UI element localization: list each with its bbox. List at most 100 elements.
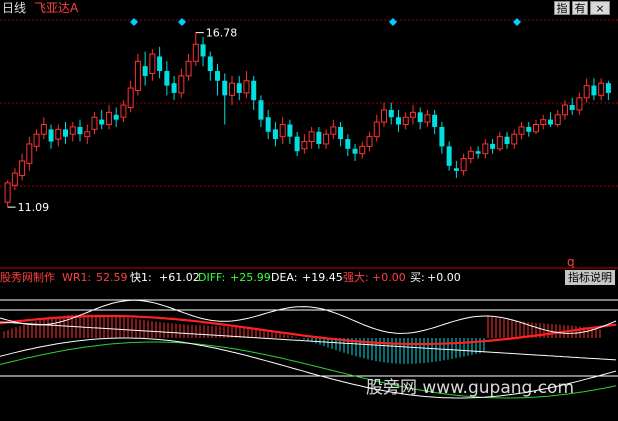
indicator-guide-button[interactable]: 指标说明 <box>565 270 615 285</box>
candle-body-down <box>446 146 452 166</box>
candle-body-up <box>243 80 250 94</box>
qiangda-label: 强大: <box>343 271 369 284</box>
candle-body-down <box>236 83 242 93</box>
signal-diamond <box>389 18 397 26</box>
candle-body-down <box>157 56 163 72</box>
candle-body-down <box>569 105 575 110</box>
candle-body-up <box>583 85 590 99</box>
signal-diamond <box>130 18 138 26</box>
watermark: 股旁网 www.gupang.com <box>366 378 575 398</box>
info-button[interactable]: 有 <box>572 1 588 15</box>
candle-body-up <box>482 143 489 155</box>
candle-body-up <box>105 111 112 126</box>
candle-body-down <box>63 129 69 137</box>
indicator-button[interactable]: 指 <box>554 1 570 15</box>
candle-body-up <box>518 126 525 135</box>
candle-body-down <box>395 117 401 125</box>
candle-body-up <box>40 124 47 135</box>
candle-body-down <box>200 44 206 57</box>
candle-body-up <box>4 182 11 203</box>
diff-label: DIFF: <box>198 271 226 284</box>
candle-body-up <box>308 131 315 143</box>
candle-body-up <box>467 150 474 160</box>
dea-label: DEA: <box>271 271 298 284</box>
signal-diamond <box>513 18 521 26</box>
mai-value: +0.00 <box>427 271 461 284</box>
candle-body-up <box>359 145 366 155</box>
candle-body-up <box>120 104 127 118</box>
candle-body-down <box>439 126 445 147</box>
candle-body-up <box>279 124 286 138</box>
candle-body-down <box>352 148 358 154</box>
candle-body-up <box>127 87 134 108</box>
indicator-title: 股秀网制作 <box>0 271 55 284</box>
candle-body-down <box>417 112 423 123</box>
candle-body-down <box>504 136 510 144</box>
candle-body-down <box>294 136 300 152</box>
candle-body-up <box>409 111 416 118</box>
candle-body-down <box>265 117 271 132</box>
chart-canvas: 16.78 11.09 q <box>0 18 618 399</box>
qiangda-value: +0.00 <box>372 271 406 284</box>
candle-body-down <box>171 83 177 93</box>
candle-body-up <box>330 126 337 135</box>
dea-value: +19.45 <box>302 271 343 284</box>
wr1-value: 52.59 <box>96 271 128 284</box>
candle-body-down <box>207 56 213 72</box>
candle-body-up <box>149 53 156 74</box>
candle-body-down <box>591 85 597 96</box>
stock-name: 飞亚达A <box>34 1 79 15</box>
candle-body-up <box>192 43 199 62</box>
close-button[interactable]: × <box>590 1 610 15</box>
q-marker: q <box>567 255 575 269</box>
candle-body-up <box>424 114 431 123</box>
candle-body-up <box>561 104 568 116</box>
candle-body-down <box>490 143 496 149</box>
candle-body-down <box>388 109 394 118</box>
candle-body-down <box>251 80 257 101</box>
candle-body-down <box>99 119 105 125</box>
wr1-label: WR1: <box>62 271 92 284</box>
candle-body-up <box>540 119 547 126</box>
candle-body-up <box>91 116 98 130</box>
period-label[interactable]: 日线 <box>2 0 26 16</box>
candle-body-up <box>554 114 561 126</box>
candle-body-down <box>432 114 438 127</box>
candle-body-up <box>229 82 235 96</box>
candle-body-up <box>381 109 387 123</box>
candle-body-up <box>301 141 308 150</box>
candle-body-up <box>134 60 141 91</box>
candle-body-up <box>26 143 33 164</box>
candle-body-up <box>69 126 76 135</box>
candle-body-up <box>323 133 330 145</box>
candle-body-down <box>222 80 228 96</box>
candle-body-down <box>48 129 54 142</box>
candle-body-up <box>496 136 503 150</box>
kuai1-label: 快1: <box>130 271 152 284</box>
candle-body-up <box>598 82 605 96</box>
candle-body-down <box>345 139 351 149</box>
candle-body-up <box>11 172 18 186</box>
diff-value: +25.99 <box>230 271 271 284</box>
candle-body-up <box>402 116 409 126</box>
candle-body-up <box>373 121 380 138</box>
signal-diamond <box>178 18 186 26</box>
candle-body-down <box>258 100 264 120</box>
candle-body-down <box>453 168 459 171</box>
candle-body-down <box>113 114 119 120</box>
candle-body-up <box>576 97 583 111</box>
candle-body-down <box>338 126 344 140</box>
candle-body-down <box>287 124 293 137</box>
candle-body-down <box>77 126 83 135</box>
candle-body-down <box>475 151 481 154</box>
low-price-label: 11.09 <box>18 201 50 214</box>
candle-body-up <box>460 158 467 172</box>
candle-body-up <box>533 124 539 133</box>
candle-body-up <box>511 133 518 145</box>
mai-label: 买: <box>410 271 425 284</box>
candle-body-down <box>164 71 170 86</box>
high-price-label: 16.78 <box>206 27 238 40</box>
candle-body-down <box>272 129 278 140</box>
candle-body-down <box>547 119 553 125</box>
candle-body-down <box>215 71 221 81</box>
